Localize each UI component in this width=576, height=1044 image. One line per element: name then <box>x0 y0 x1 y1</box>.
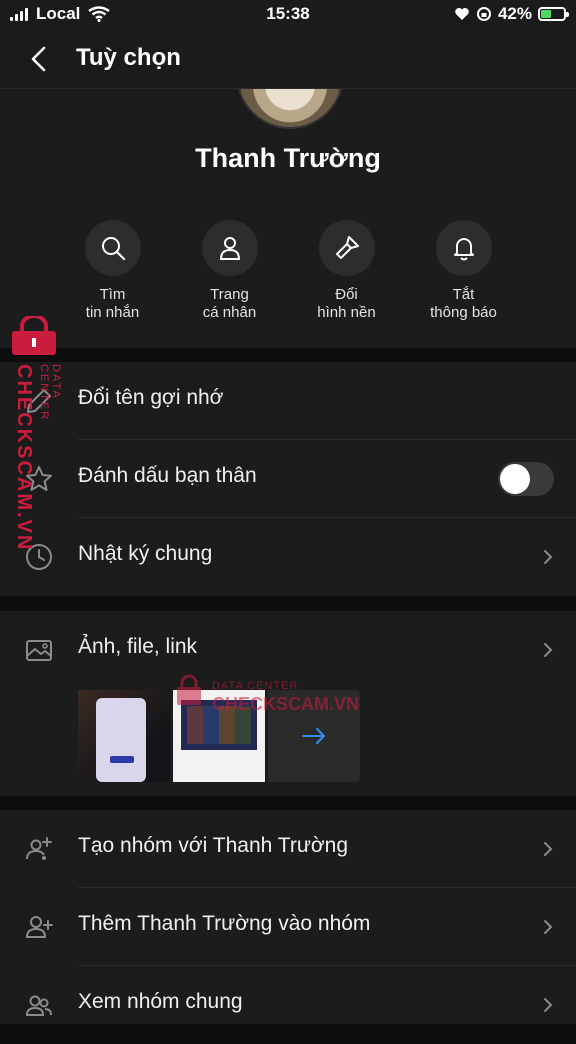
best-friend-label: Đánh dấu bạn thân <box>78 464 257 487</box>
watermark-sub: DATA CENTER <box>38 364 62 422</box>
battery-icon <box>538 7 569 21</box>
profile-header: Thanh Trường Tìm tin nhắn Trang cá nhân … <box>0 89 576 348</box>
media-row[interactable]: Ảnh, file, link <box>0 611 576 689</box>
bell-icon <box>453 238 474 261</box>
common-groups-label: Xem nhóm chung <box>78 990 243 1013</box>
profile-name: Thanh Trường <box>195 143 381 173</box>
battery-percent: 42% <box>497 4 532 23</box>
group-icon <box>25 995 52 1016</box>
search-icon <box>101 237 125 261</box>
rename-label: Đổi tên gợi nhớ <box>78 386 224 409</box>
orientation-lock-icon <box>476 7 491 21</box>
person-icon <box>219 237 240 260</box>
arrow-right-icon <box>302 728 325 744</box>
watermark-sub: DATA CENTER <box>212 680 299 692</box>
settings-section: Đổi tên gợi nhớ Đánh dấu bạn thân Nhật k… <box>0 362 576 596</box>
lock-logo-icon <box>12 314 56 355</box>
watermark-center: DATA CENTER CHECKSCAM.VN <box>172 674 359 714</box>
chevron-right-icon <box>544 920 553 934</box>
action-search-messages[interactable]: Tìm tin nhắn <box>54 220 171 322</box>
action-profile[interactable]: Trang cá nhân <box>171 220 288 322</box>
add-user-icon <box>25 916 53 938</box>
add-group-icon <box>26 837 52 860</box>
action-label: Tắt thông báo <box>430 286 497 321</box>
avatar[interactable] <box>236 89 344 129</box>
lock-logo-icon <box>177 674 201 705</box>
rename-row[interactable]: Đổi tên gợi nhớ <box>0 362 576 440</box>
nav-bar: Tuỳ chọn <box>0 30 576 89</box>
chevron-right-icon <box>544 643 553 657</box>
action-label: Trang cá nhân <box>202 286 257 321</box>
watermark-brand: CHECKSCAM.VN <box>13 364 35 552</box>
chevron-right-icon <box>544 998 553 1012</box>
chevron-right-icon <box>544 550 553 564</box>
action-label: Đổi hình nền <box>317 286 376 321</box>
add-to-group-row[interactable]: Thêm Thanh Trường vào nhóm <box>0 888 576 966</box>
watermark-brand: CHECKSCAM.VN <box>212 694 360 714</box>
action-label: Tìm tin nhắn <box>85 286 140 321</box>
chevron-right-icon <box>544 842 553 856</box>
add-to-group-label: Thêm Thanh Trường vào nhóm <box>78 912 371 935</box>
create-group-label: Tạo nhóm với Thanh Trường <box>78 834 349 857</box>
page-title: Tuỳ chọn <box>76 44 181 71</box>
create-group-row[interactable]: Tạo nhóm với Thanh Trường <box>0 810 576 888</box>
watermark: CHECKSCAM.VN DATA CENTER <box>8 314 64 551</box>
status-bar: Local 15:38 42% <box>0 0 576 30</box>
best-friend-row: Đánh dấu bạn thân <box>0 440 576 518</box>
action-change-wallpaper[interactable]: Đổi hình nền <box>288 220 405 322</box>
best-friend-toggle[interactable] <box>498 462 554 496</box>
groups-section: Tạo nhóm với Thanh Trường Thêm Thanh Trư… <box>0 810 576 1024</box>
action-mute-notifications[interactable]: Tắt thông báo <box>405 220 522 322</box>
diary-row[interactable]: Nhật ký chung <box>0 518 576 596</box>
media-thumbnail[interactable] <box>78 690 170 782</box>
brush-icon <box>335 236 359 259</box>
common-groups-row[interactable]: Xem nhóm chung <box>0 966 576 1044</box>
quick-actions: Tìm tin nhắn Trang cá nhân Đổi hình nền … <box>54 220 522 322</box>
diary-label: Nhật ký chung <box>78 542 213 565</box>
media-label: Ảnh, file, link <box>78 635 198 658</box>
back-icon[interactable] <box>24 44 54 74</box>
image-icon <box>26 640 52 661</box>
heart-icon <box>455 8 469 20</box>
